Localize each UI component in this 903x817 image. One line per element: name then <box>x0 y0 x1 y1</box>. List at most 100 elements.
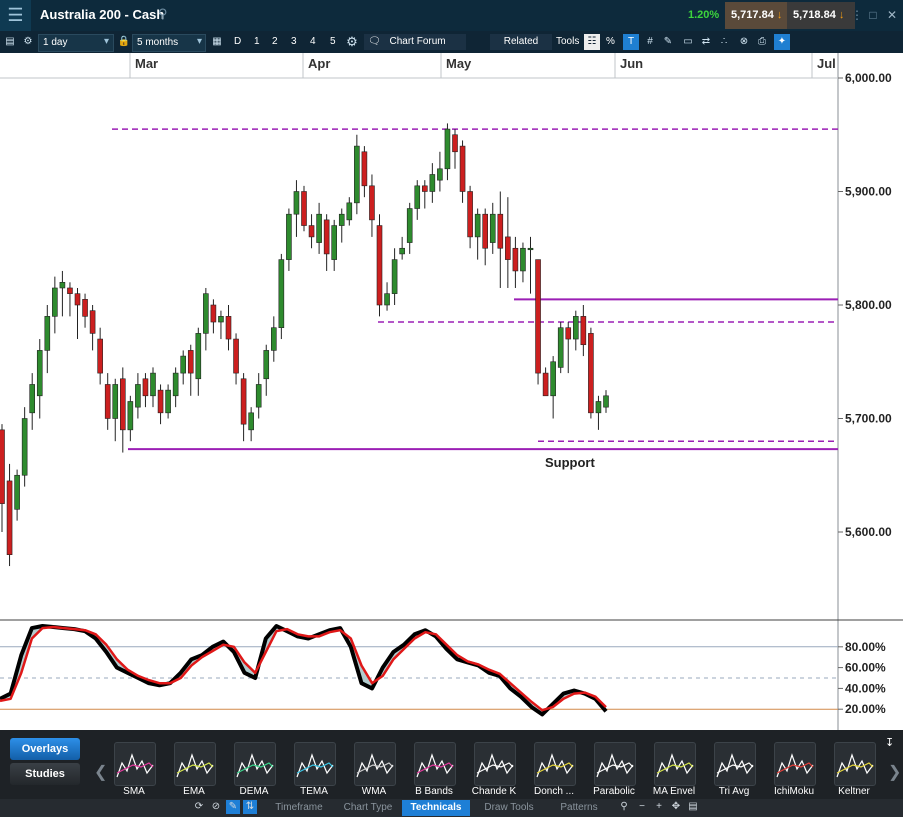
indicator-thumbnail-sma[interactable] <box>114 742 156 786</box>
indicator-preview-icon <box>476 753 514 778</box>
tab-technicals[interactable]: Technicals <box>402 800 470 816</box>
indicator-label[interactable]: B Bands <box>404 786 464 797</box>
indicator-thumbnail-chande-k[interactable] <box>474 742 516 786</box>
indicator-thumbnail-parabolic[interactable] <box>594 742 636 786</box>
related-button[interactable]: Related <box>490 34 552 50</box>
interval-5[interactable]: 5 <box>330 34 336 50</box>
interval-3[interactable]: 3 <box>291 34 297 50</box>
percent-button[interactable]: % <box>606 34 615 50</box>
indicator-thumbnail-donch[interactable] <box>534 742 576 786</box>
overlay-study-toggle: Overlays Studies <box>10 738 82 786</box>
lock-icon[interactable]: 🔒 <box>116 34 132 50</box>
scroll-right-icon[interactable]: ❯ <box>888 762 901 782</box>
indicator-label[interactable]: EMA <box>164 786 224 797</box>
maximize-icon[interactable]: □ <box>866 8 880 22</box>
indicator-label[interactable]: DEMA <box>224 786 284 797</box>
gear-icon[interactable]: ⚙ <box>20 34 36 50</box>
eraser-icon[interactable]: ⊗ <box>736 34 752 50</box>
ruler-icon[interactable]: ▤ <box>686 800 700 814</box>
pen-icon[interactable]: ✎ <box>226 800 240 814</box>
indicator-thumbnail-b-bands[interactable] <box>414 742 456 786</box>
candle <box>557 322 564 374</box>
studies-button[interactable]: Studies <box>10 763 80 785</box>
link-icon[interactable]: ⇄ <box>698 34 714 50</box>
refresh-icon[interactable]: ⟳ <box>192 800 206 814</box>
indicator-label[interactable]: IchiMoku <box>764 786 824 797</box>
price-label: 6,000.00 <box>845 71 892 85</box>
zoom-in-icon[interactable]: + <box>652 800 666 814</box>
indicator-label[interactable]: Parabolic <box>584 786 644 797</box>
hamburger-menu-icon[interactable]: ☰ <box>0 0 31 31</box>
sell-price-button[interactable]: 5,717.84 ↓ <box>725 2 789 29</box>
indicator-label[interactable]: Tri Avg <box>704 786 764 797</box>
tab-timeframe[interactable]: Timeframe <box>268 800 330 816</box>
zoom-out-icon[interactable]: − <box>635 800 649 814</box>
interval-2[interactable]: 2 <box>272 34 278 50</box>
interval-1[interactable]: 1 <box>254 34 260 50</box>
indicator-label[interactable]: WMA <box>344 786 404 797</box>
close-icon[interactable]: ✕ <box>885 8 899 22</box>
interval-4[interactable]: 4 <box>310 34 316 50</box>
down-arrow-icon: ↓ <box>838 9 845 21</box>
grid-icon[interactable]: # <box>642 34 658 50</box>
magnet-icon[interactable]: ✦ <box>774 34 790 50</box>
daily-change: 1.20% <box>688 9 720 21</box>
range-select[interactable]: 5 months <box>132 34 206 52</box>
indicator-thumbnail-dema[interactable] <box>234 742 276 786</box>
sort-icon[interactable]: ⇅ <box>243 800 257 814</box>
print-icon[interactable]: ⎙ <box>754 34 770 50</box>
price-label: 5,800.00 <box>845 298 892 312</box>
more-icon[interactable]: ⋮ <box>850 8 864 22</box>
text-tool-icon[interactable]: T <box>623 34 639 50</box>
indicator-label[interactable]: MA Envel <box>644 786 704 797</box>
date-label: Apr <box>308 56 330 71</box>
zoom-icon[interactable]: ⚲ <box>617 800 631 814</box>
indicator-thumbnail-keltner[interactable] <box>834 742 876 786</box>
interval-select[interactable]: 1 day <box>38 34 114 52</box>
bracket-icon[interactable]: ▭ <box>680 34 696 50</box>
layout-icon[interactable]: ▤ <box>2 34 18 50</box>
fit-icon[interactable]: ✥ <box>669 800 683 814</box>
search-icon[interactable]: ⚲ <box>158 6 168 22</box>
chart-forum-button[interactable]: 🗨 Chart Forum <box>364 34 466 50</box>
indicator-label[interactable]: SMA <box>104 786 164 797</box>
collapse-icon[interactable]: ↧ <box>885 736 894 749</box>
tab-draw-tools[interactable]: Draw Tools <box>476 800 542 816</box>
calendar-icon[interactable]: ▦ <box>209 34 225 50</box>
indicator-thumbnail-tema[interactable] <box>294 742 336 786</box>
price-chart[interactable]: Mar Apr May Jun Jul 6,000.00 5,900.00 5,800.00… <box>0 53 903 730</box>
chat-icon: 🗨 <box>368 36 381 47</box>
down-arrow-icon: ↓ <box>776 9 783 21</box>
settings-icon[interactable]: ⚙ <box>344 34 360 50</box>
indicator-thumbnail-ema[interactable] <box>174 742 216 786</box>
candle <box>376 214 383 317</box>
date-label: Jul <box>817 56 836 71</box>
instrument-title[interactable]: Australia 200 - Cash <box>40 7 164 22</box>
indicator-preview-icon <box>596 753 634 778</box>
indicator-label[interactable]: Chande K <box>464 786 524 797</box>
chevron-down-icon[interactable]: ▾ <box>104 34 109 50</box>
date-label: Mar <box>135 56 158 71</box>
block-icon[interactable]: ⊘ <box>209 800 223 814</box>
brush-icon[interactable]: ∴ <box>716 34 732 50</box>
indicator-thumbnail-ichimoku[interactable] <box>774 742 816 786</box>
indicator-label[interactable]: TEMA <box>284 786 344 797</box>
chevron-down-icon[interactable]: ▾ <box>197 34 202 50</box>
interval-d[interactable]: D <box>234 34 241 50</box>
buy-price-button[interactable]: 5,718.84 ↓ <box>787 2 855 29</box>
pencil-icon[interactable]: ✎ <box>660 34 676 50</box>
indicator-thumbnail-ma-envel[interactable] <box>654 742 696 786</box>
indicator-label[interactable]: Keltner <box>824 786 884 797</box>
crosshair-tool-icon[interactable]: ☷ <box>584 34 600 50</box>
stochastic-label: 80.00% <box>845 640 886 654</box>
chart-toolbar: ▤ ⚙ 1 day ▾ 🔒 5 months ▾ ▦ D 1 2 3 4 5 ⚙… <box>0 31 903 54</box>
price-label: 5,700.00 <box>845 412 892 426</box>
tab-patterns[interactable]: Patterns <box>548 800 610 816</box>
indicator-preview-icon <box>296 753 334 778</box>
tab-chart-type[interactable]: Chart Type <box>336 800 400 816</box>
scroll-left-icon[interactable]: ❮ <box>94 762 107 782</box>
overlays-button[interactable]: Overlays <box>10 738 80 760</box>
indicator-label[interactable]: Donch ... <box>524 786 584 797</box>
indicator-thumbnail-wma[interactable] <box>354 742 396 786</box>
indicator-thumbnail-tri-avg[interactable] <box>714 742 756 786</box>
